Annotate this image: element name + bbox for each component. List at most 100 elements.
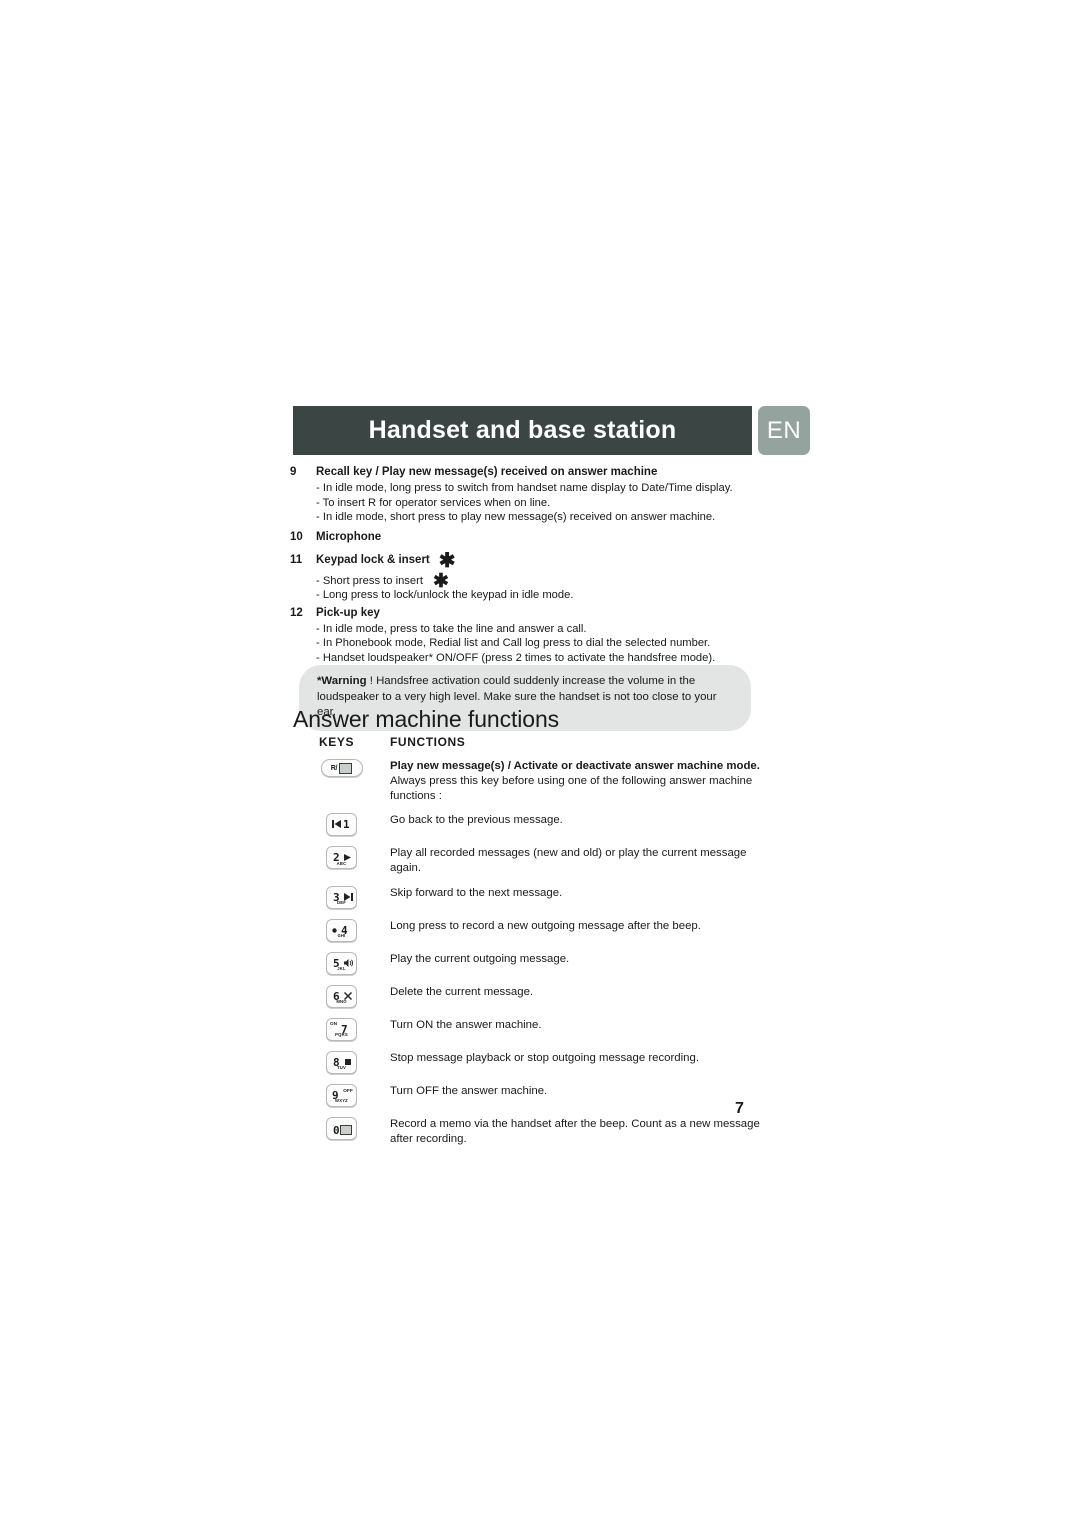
- table-row: 0 Record a memo via the handset after th…: [293, 1116, 763, 1147]
- stop-square-icon: [345, 1058, 351, 1065]
- table-header-row: KEYS FUNCTIONS: [293, 735, 763, 749]
- key-sublabel: WXYZ: [335, 1098, 348, 1104]
- item-title: Recall key / Play new message(s) receive…: [316, 466, 658, 478]
- key-4-button[interactable]: 4 GHI: [326, 918, 357, 942]
- recall-answermachine-icon: [339, 762, 353, 774]
- item-title: Keypad lock & insert: [316, 553, 430, 566]
- table-row: R/ Play new message(s) / Activate or dea…: [293, 758, 763, 803]
- language-badge: EN: [758, 406, 810, 455]
- asterisk-key-icon: ✱: [438, 549, 456, 572]
- item-detail-line: - Handset loudspeaker* ON/OFF (press 2 t…: [316, 651, 716, 664]
- table-row: ON 7 PQRS Turn ON the answer machine.: [293, 1017, 763, 1041]
- table-row: 8 TUV Stop message playback or stop outg…: [293, 1050, 763, 1074]
- key-cell: 9 OFF WXYZ: [293, 1083, 390, 1107]
- list-item: 12 Pick-up key - In idle mode, press to …: [290, 605, 760, 666]
- previous-track-icon: [332, 820, 341, 829]
- item-detail-line: - In idle mode, press to take the line a…: [316, 622, 587, 635]
- function-bold-text: Play new message(s) / Activate or deacti…: [390, 760, 760, 772]
- item-detail-line: - In idle mode, short press to play new …: [316, 511, 716, 523]
- power-on-icon: ON: [330, 1020, 338, 1026]
- key-sublabel: GHI: [337, 933, 346, 939]
- function-cell: Stop message playback or stop outgoing m…: [390, 1051, 699, 1064]
- function-cell: Record a memo via the handset after the …: [390, 1117, 760, 1145]
- key-cell: 8 TUV: [293, 1050, 390, 1074]
- key-sublabel: DEF: [337, 900, 346, 906]
- key-recall-button[interactable]: R/: [320, 759, 363, 777]
- function-cell: Play all recorded messages (new and old)…: [390, 847, 747, 875]
- item-index: 12: [290, 606, 303, 619]
- key-1-button[interactable]: 1: [326, 813, 357, 837]
- page-header: Handset and base station EN: [293, 406, 810, 455]
- table-row: 2 ABC Play all recorded messages (new an…: [293, 845, 763, 876]
- key-cell: 3 DEF: [293, 885, 390, 909]
- item-detail-line: - In idle mode, long press to switch fro…: [316, 482, 733, 494]
- column-header-keys: KEYS: [319, 735, 355, 749]
- table-row: 5 JKL Play the current outgoing message.: [293, 951, 763, 975]
- key-7-button[interactable]: ON 7 PQRS: [326, 1017, 357, 1041]
- list-item: 11 Keypad lock & insert ✱ - Short press …: [290, 549, 760, 603]
- function-text: Always press this key before using one o…: [390, 774, 753, 802]
- item-detail-text: - Short press to insert: [316, 574, 423, 587]
- key-2-button[interactable]: 2 ABC: [326, 846, 357, 870]
- key-cell: 1: [293, 812, 390, 837]
- key-cell: 6 MNO: [293, 984, 390, 1008]
- list-item: 10 Microphone: [290, 529, 760, 545]
- key-6-button[interactable]: 6 MNO: [326, 984, 357, 1008]
- key-sublabel: ABC: [336, 860, 347, 866]
- function-cell: Long press to record a new outgoing mess…: [390, 919, 701, 932]
- page-title: Handset and base station: [368, 416, 677, 444]
- item-detail-line: - Short press to insert ✱: [316, 570, 760, 592]
- key-9-button[interactable]: 9 OFF WXYZ: [326, 1083, 357, 1107]
- table-row: 1 Go back to the previous message.: [293, 812, 763, 837]
- key-cell: 5 JKL: [293, 951, 390, 975]
- table-row: 6 MNO Delete the current message.: [293, 984, 763, 1008]
- item-title: Microphone: [316, 530, 382, 543]
- table-row: 9 OFF WXYZ Turn OFF the answer machine.: [293, 1083, 763, 1107]
- function-cell: Go back to the previous message.: [390, 814, 563, 827]
- item-detail-line: - Long press to lock/unlock the keypad i…: [316, 589, 574, 601]
- power-off-icon: OFF: [343, 1087, 353, 1093]
- key-3-button[interactable]: 3 DEF: [326, 885, 357, 909]
- warning-label: *Warning: [317, 675, 367, 687]
- item-index: 10: [290, 530, 303, 543]
- numbered-items-list: 9 Recall key / Play new message(s) recei…: [290, 464, 760, 665]
- function-cell: Turn ON the answer machine.: [390, 1018, 542, 1031]
- item-title: Pick-up key: [316, 606, 380, 619]
- key-sublabel: PQRS: [335, 1032, 348, 1038]
- list-item: 9 Recall key / Play new message(s) recei…: [290, 464, 760, 525]
- function-cell: Play the current outgoing message.: [390, 952, 570, 965]
- function-cell: Skip forward to the next message.: [390, 886, 563, 899]
- key-5-button[interactable]: 5 JKL: [326, 951, 357, 975]
- record-dot-icon: [332, 928, 337, 933]
- page-number: 7: [735, 1100, 744, 1117]
- header-bar: Handset and base station: [293, 406, 752, 455]
- answer-machine-functions-table: KEYS FUNCTIONS R/ Play new message(s) / …: [293, 735, 763, 1156]
- memo-record-icon: [340, 1124, 352, 1137]
- key-sublabel: MNO: [336, 999, 347, 1005]
- key-8-button[interactable]: 8 TUV: [326, 1050, 357, 1074]
- key-label: R/: [330, 764, 338, 772]
- key-cell: R/: [293, 758, 390, 777]
- column-header-functions: FUNCTIONS: [390, 735, 466, 749]
- key-cell: ON 7 PQRS: [293, 1017, 390, 1041]
- item-index: 9: [290, 466, 297, 478]
- section-title: Answer machine functions: [293, 706, 560, 732]
- key-cell: 0: [293, 1116, 390, 1140]
- key-label: 0: [333, 1123, 340, 1137]
- item-index: 11: [290, 553, 303, 566]
- function-cell: Turn OFF the answer machine.: [390, 1084, 548, 1097]
- key-sublabel: TUV: [337, 1065, 346, 1071]
- key-label: 1: [343, 818, 350, 832]
- table-row: 3 DEF Skip forward to the next message.: [293, 885, 763, 909]
- asterisk-key-icon: ✱: [432, 570, 449, 592]
- function-cell: Play new message(s) / Activate or deacti…: [390, 758, 763, 803]
- document-page: Handset and base station EN 9 Recall key…: [0, 0, 1080, 1528]
- key-cell: 2 ABC: [293, 845, 390, 870]
- item-detail-line: - To insert R for operator services when…: [316, 496, 551, 509]
- key-sublabel: JKL: [337, 966, 346, 972]
- key-0-button[interactable]: 0: [326, 1116, 357, 1140]
- language-badge-label: EN: [766, 416, 802, 444]
- function-cell: Delete the current message.: [390, 985, 534, 998]
- table-row: 4 GHI Long press to record a new outgoin…: [293, 918, 763, 942]
- item-detail-line: - In Phonebook mode, Redial list and Cal…: [316, 637, 711, 649]
